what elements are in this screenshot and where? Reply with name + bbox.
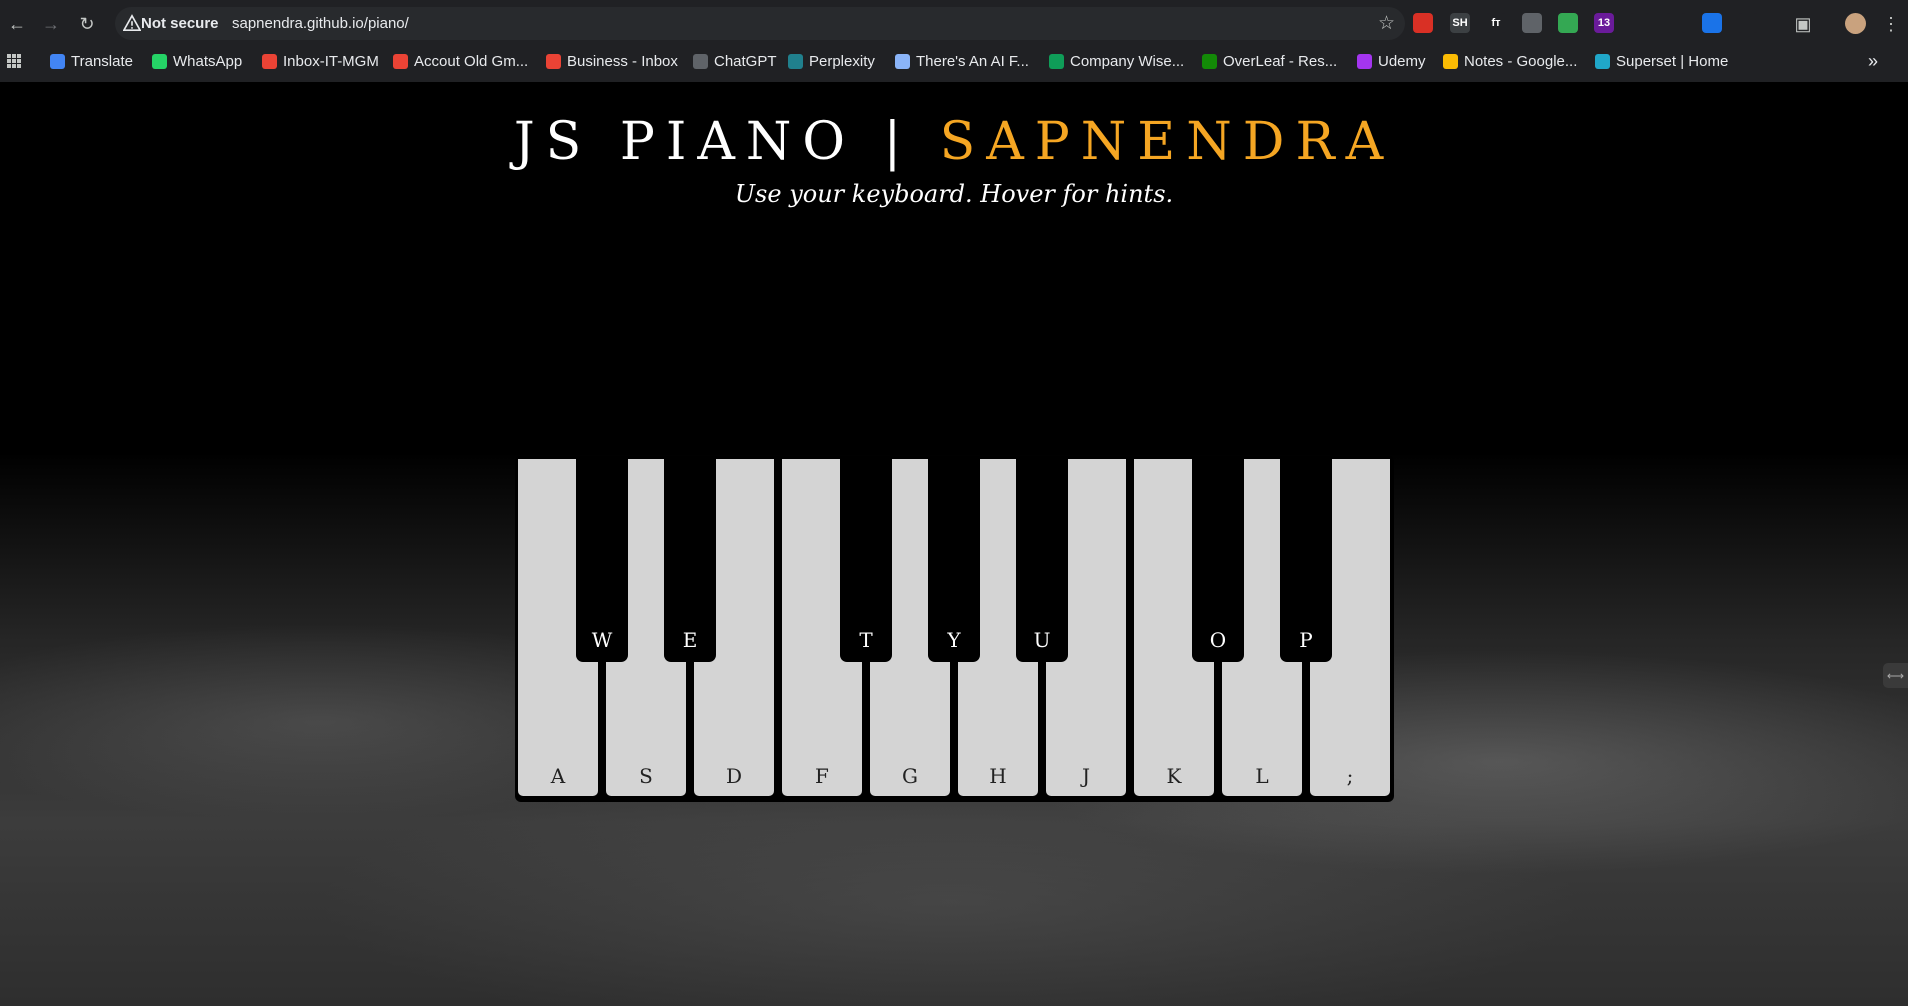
sh-icon[interactable]: SH [1450,13,1470,33]
gmail-icon [393,53,408,69]
bookmark-label: WhatsApp [173,52,243,70]
bookmark-item[interactable]: There's An AI F... [895,51,1029,71]
black-key[interactable]: W [576,456,628,662]
security-label[interactable]: Not secure [141,15,219,32]
gmail-icon [262,53,277,69]
bookmark-label: Company Wise... [1070,52,1185,70]
camera-icon[interactable] [1522,13,1542,33]
drive-icon [1443,53,1458,69]
bookmark-label: ChatGPT [714,52,777,70]
black-key[interactable]: Y [928,456,980,662]
bookmark-label: OverLeaf - Res... [1223,52,1338,70]
bookmark-item[interactable]: Udemy [1357,51,1426,71]
screenshot-icon[interactable]: ▣ [1790,11,1816,37]
white-key-label: F [815,764,829,788]
white-key-label: G [902,764,918,788]
bookmark-item[interactable]: Superset | Home [1595,51,1728,71]
apps-grid-icon[interactable] [6,51,22,71]
bookmark-label: Perplexity [809,52,875,70]
bookmark-star-icon[interactable]: ☆ [1378,12,1395,35]
sheets-icon [1049,53,1064,69]
whatsapp-icon [152,53,167,69]
title-accent: SAPNENDRA [939,112,1395,172]
superset-icon [1595,53,1610,69]
function-icon[interactable]: fт [1486,13,1506,33]
browser-chrome: ← → ↻ Not secure sapnendra.github.io/pia… [0,0,1908,82]
shield-icon[interactable] [1558,13,1578,33]
black-key[interactable]: U [1016,456,1068,662]
bookmark-label: Notes - Google... [1464,52,1578,70]
bookmarks-bar: Translate WhatsApp Inbox-IT-MGM Accout Old … [0,47,1908,75]
black-key-label: U [1033,628,1051,652]
more-bookmarks-icon[interactable]: » [1868,51,1878,71]
white-key-label: A [550,764,566,788]
address-bar[interactable]: Not secure sapnendra.github.io/piano/ ☆ [115,7,1405,40]
page-subtitle: Use your keyboard. Hover for hints. [734,180,1174,208]
white-key-label: ; [1346,764,1354,788]
warning-icon [123,14,141,32]
perplexity-icon [788,53,803,69]
profile-avatar[interactable] [1845,13,1866,34]
white-key-label: S [639,764,653,788]
bookmark-item[interactable]: ChatGPT [693,51,777,71]
bookmark-label: Udemy [1378,52,1426,70]
piano-keyboard: A S D F G H J K L; W E T Y U O P [515,456,1394,802]
udemy-icon [1357,53,1372,69]
black-key[interactable]: P [1280,456,1332,662]
black-key-label: E [682,628,698,652]
bot-icon[interactable] [1702,13,1722,33]
white-key-label: J [1081,764,1091,788]
title-main: JS PIANO | [513,112,940,172]
piano-page: JS PIANO | SAPNENDRA Use your keyboard. … [0,82,1908,1006]
atom-icon[interactable] [1666,13,1686,33]
black-key-label: Y [947,628,961,652]
pdf-icon[interactable] [1413,13,1433,33]
reload-icon[interactable]: ↻ [74,11,100,37]
white-key-label: D [725,764,743,788]
black-key[interactable]: O [1192,456,1244,662]
bookmark-item[interactable]: Notes - Google... [1443,51,1577,71]
overleaf-icon [1202,53,1217,69]
black-key-label: O [1209,628,1227,652]
side-panel-icon[interactable]: ⟷ [1883,663,1908,688]
eyedropper-icon[interactable] [1630,13,1650,33]
chatgpt-icon [693,53,708,69]
puzzle-icon[interactable] [1738,13,1758,33]
black-key-label: P [1299,628,1313,652]
gmail-icon [546,53,561,69]
badge-icon[interactable]: 13 [1594,13,1614,33]
back-icon[interactable]: ← [4,11,30,37]
menu-icon[interactable]: ⋮ [1878,11,1904,37]
black-key[interactable]: T [840,456,892,662]
ai-icon [895,53,910,69]
translate-icon [50,53,65,69]
bookmark-item[interactable]: WhatsApp [152,51,242,71]
white-key-label: H [989,764,1007,788]
black-key-label: T [859,628,873,652]
browser-toolbar: ← → ↻ Not secure sapnendra.github.io/pia… [0,0,1908,47]
bookmark-label: Accout Old Gm... [414,52,529,70]
bookmark-item[interactable]: Business - Inbox [546,51,678,71]
bookmark-item[interactable]: OverLeaf - Res... [1202,51,1337,71]
bookmark-item[interactable]: Company Wise... [1049,51,1184,71]
page-title: JS PIANO | SAPNENDRA [0,112,1908,172]
bookmark-label: Translate [71,52,133,70]
bookmark-label: There's An AI F... [916,52,1029,70]
bookmark-item[interactable]: Accout Old Gm... [393,51,528,71]
bookmark-item[interactable]: Perplexity [788,51,875,71]
black-key[interactable]: E [664,456,716,662]
url-text[interactable]: sapnendra.github.io/piano/ [232,15,409,32]
bookmark-item[interactable]: Translate [50,51,133,71]
white-key-label: L [1255,764,1269,788]
black-key-label: W [591,628,613,652]
bookmark-label: Business - Inbox [567,52,678,70]
forward-icon[interactable]: → [38,11,64,37]
white-key-label: K [1166,764,1182,788]
bookmark-item[interactable]: Inbox-IT-MGM [262,51,379,71]
bookmark-label: Inbox-IT-MGM [283,52,379,70]
bookmark-label: Superset | Home [1616,52,1729,70]
